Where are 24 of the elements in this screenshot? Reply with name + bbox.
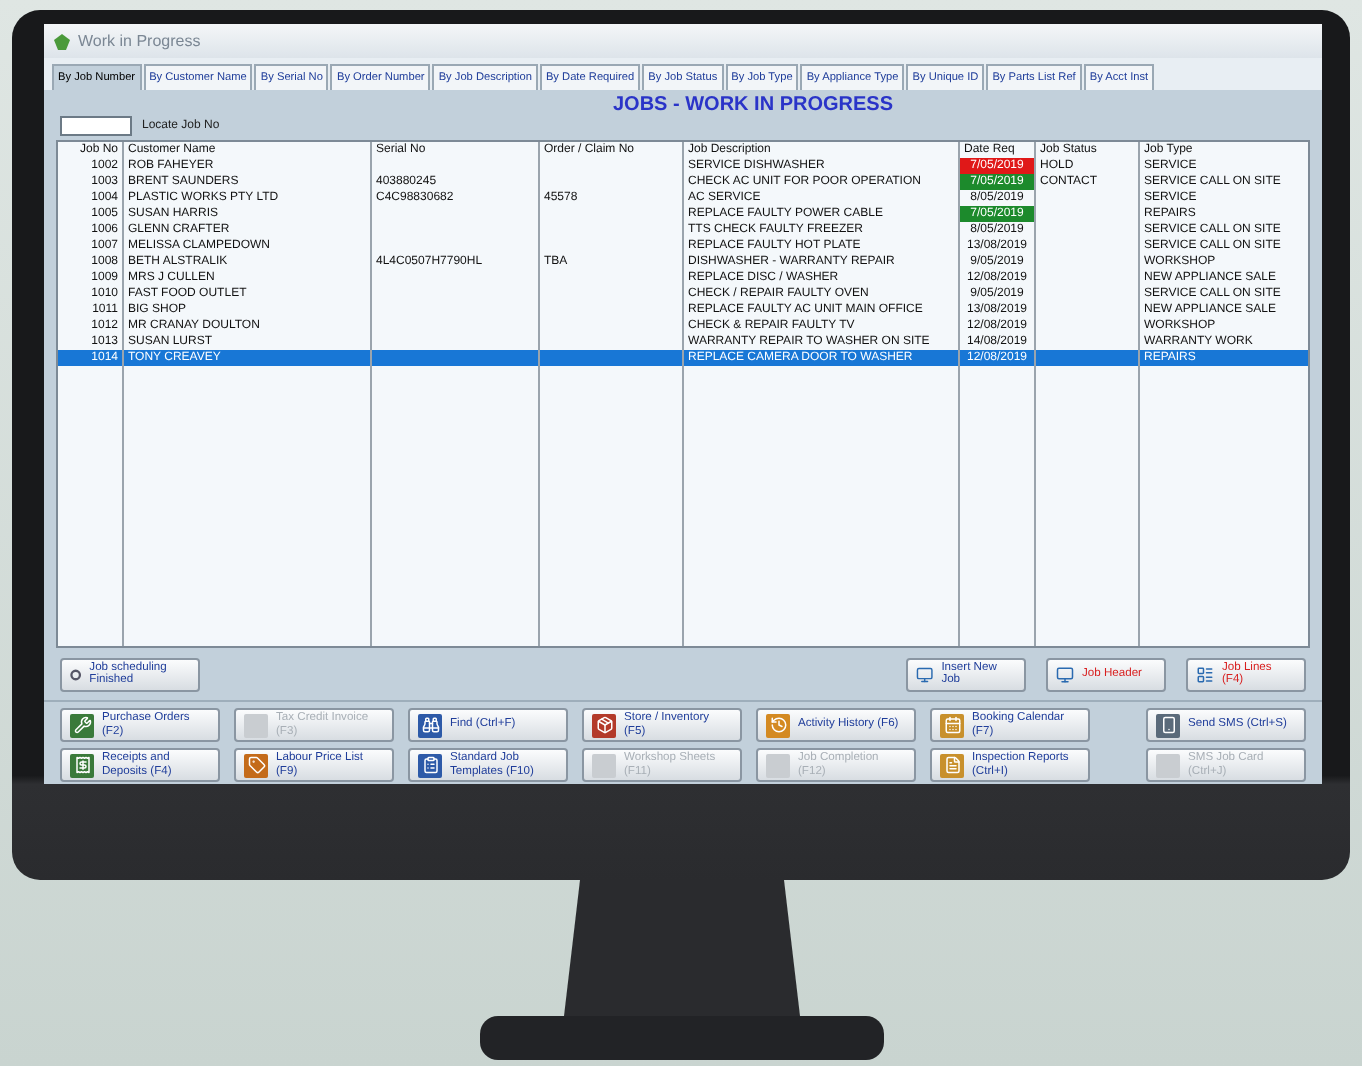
- binoculars-icon: [418, 713, 442, 737]
- list-icon: [1196, 665, 1214, 683]
- selected-row-cell[interactable]: [370, 350, 538, 366]
- placeholder-icon: [1156, 753, 1180, 777]
- placeholder-icon: [766, 753, 790, 777]
- document-icon: [940, 753, 964, 777]
- app-icon: [54, 33, 70, 49]
- locate-field[interactable]: [60, 116, 132, 136]
- selected-row-cell[interactable]: [1034, 350, 1138, 366]
- monitor-icon: [916, 665, 934, 683]
- page-heading: JOBS - WORK IN PROGRESS: [612, 94, 893, 116]
- box-icon: [592, 713, 616, 737]
- placeholder-icon: [244, 713, 268, 737]
- wrench-icon: [70, 713, 94, 737]
- tag-icon: [244, 753, 268, 777]
- monitor-icon: [1056, 665, 1074, 683]
- window-title: Work in Progress: [78, 32, 201, 50]
- selected-row-cell[interactable]: [538, 350, 682, 366]
- phone-icon: [1156, 713, 1180, 737]
- calendar-icon: [940, 713, 964, 737]
- clipboard-icon: [418, 753, 442, 777]
- receipt-icon: [70, 753, 94, 777]
- clock-icon: [766, 713, 790, 737]
- placeholder-icon: [592, 753, 616, 777]
